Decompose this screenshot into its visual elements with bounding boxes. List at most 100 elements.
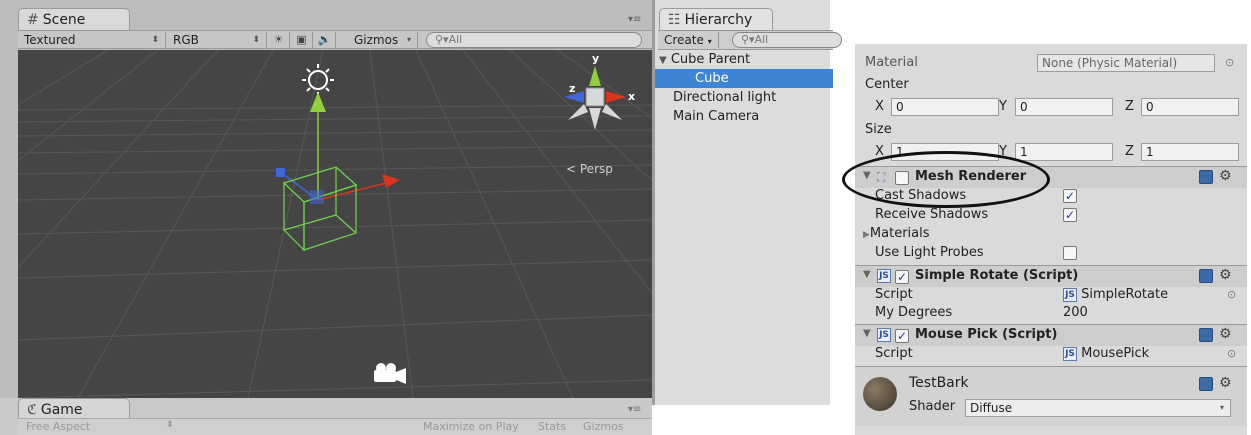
center-y-field[interactable]: 0	[1015, 98, 1113, 116]
script-value: SimpleRotate	[1081, 287, 1169, 302]
dropdown-arrow-icon: ⬍	[252, 35, 260, 45]
panel-menu-icon[interactable]: ▾≡	[628, 14, 641, 25]
maximize-on-play-toggle[interactable]: Maximize on Play	[423, 420, 519, 433]
collapse-triangle-icon[interactable]: ▼	[863, 328, 871, 339]
audio-toggle-icon[interactable]: 🔊	[314, 32, 336, 48]
size-z-field[interactable]: 1	[1141, 143, 1239, 161]
dropdown-arrow-icon: ⬍	[166, 420, 174, 430]
expand-triangle-icon: ▶	[863, 230, 870, 240]
gear-icon[interactable]: ⚙	[1219, 326, 1232, 342]
size-x-field[interactable]: 1	[891, 143, 999, 161]
inspector-panel: Material None (Physic Material) ⊙ Center…	[855, 44, 1247, 435]
gear-icon[interactable]: ⚙	[1219, 267, 1232, 283]
tab-scene[interactable]: # Scene	[18, 8, 130, 32]
materials-foldout[interactable]: ▶Materials	[863, 225, 930, 243]
use-light-probes-checkbox[interactable]	[1063, 246, 1077, 260]
cube-bounds[interactable]	[282, 166, 358, 252]
script-icon: JS	[877, 269, 891, 283]
color-mode-dropdown[interactable]: RGB ⬍	[167, 32, 267, 48]
material-label: Material	[865, 55, 918, 70]
hierarchy-item-main-camera[interactable]: Main Camera	[655, 107, 833, 126]
image-toggle-icon[interactable]: ▣	[291, 32, 313, 48]
collapse-triangle-icon[interactable]: ▼	[863, 170, 871, 181]
render-mode-value: Textured	[24, 33, 76, 47]
expand-triangle-icon[interactable]: ▼	[659, 55, 667, 66]
hierarchy-item-label: Cube Parent	[670, 52, 751, 67]
simple-rotate-header[interactable]: ▼ JS ✓ Simple Rotate (Script) ⚙	[855, 265, 1247, 287]
hierarchy-item-cube-parent[interactable]: ▼ Cube Parent	[655, 50, 833, 69]
simple-rotate-enabled-checkbox[interactable]: ✓	[895, 270, 909, 284]
tab-hierarchy[interactable]: ☷ Hierarchy	[659, 8, 773, 32]
my-degrees-field[interactable]: 200	[1063, 304, 1088, 322]
help-book-icon[interactable]	[1199, 328, 1213, 342]
axis-x-label: x	[628, 90, 635, 103]
mouse-pick-enabled-checkbox[interactable]: ✓	[895, 329, 909, 343]
gizmos-dropdown[interactable]: Gizmos ▾	[348, 32, 418, 48]
scene-viewport[interactable]: y x z < Persp	[18, 50, 652, 398]
gear-icon[interactable]: ⚙	[1219, 168, 1232, 184]
receive-shadows-checkbox[interactable]: ✓	[1063, 208, 1077, 222]
center-y-label: Y	[999, 99, 1007, 114]
game-icon: ℭ	[27, 402, 37, 418]
dropdown-arrow-icon: ▾	[1219, 403, 1224, 412]
tab-scene-label: Scene	[42, 12, 86, 28]
object-picker-icon[interactable]: ⊙	[1227, 347, 1236, 360]
cast-shadows-checkbox[interactable]: ✓	[1063, 189, 1077, 203]
object-picker-icon[interactable]: ⊙	[1225, 56, 1234, 69]
mouse-pick-script-field[interactable]: JS MousePick	[1063, 345, 1149, 363]
cast-shadows-label: Cast Shadows	[875, 188, 967, 203]
gizmos-label: Gizmos	[354, 33, 399, 47]
persp-label[interactable]: < Persp	[566, 162, 613, 176]
orientation-gizmo[interactable]: y x z	[564, 52, 635, 130]
help-book-icon[interactable]	[1199, 170, 1213, 184]
scene-view-graphics: y x z	[18, 50, 652, 398]
use-light-probes-label: Use Light Probes	[875, 245, 984, 260]
center-label: Center	[865, 77, 909, 92]
camera-icon[interactable]	[374, 363, 406, 384]
gear-icon[interactable]: ⚙	[1219, 375, 1232, 391]
search-icon: ⚲▾	[435, 33, 449, 46]
lighting-toggle-icon[interactable]: ☀	[268, 32, 290, 48]
axis-z-label: z	[569, 82, 575, 95]
search-icon: ⚲▾	[741, 33, 755, 46]
mouse-pick-header[interactable]: ▼ JS ✓ Mouse Pick (Script) ⚙	[855, 324, 1247, 346]
create-dropdown[interactable]: Create ▾	[664, 32, 719, 48]
tab-game-label: Game	[40, 402, 83, 418]
aspect-dropdown[interactable]: Free Aspect	[26, 420, 90, 433]
game-gizmos-dropdown[interactable]: Gizmos	[583, 420, 624, 433]
size-y-field[interactable]: 1	[1015, 143, 1113, 161]
tab-game[interactable]: ℭ Game	[18, 398, 130, 418]
simple-rotate-script-field[interactable]: JS SimpleRotate	[1063, 286, 1168, 304]
script-value: MousePick	[1081, 346, 1150, 361]
stats-toggle[interactable]: Stats	[538, 420, 566, 433]
script-icon: JS	[877, 328, 891, 342]
help-book-icon[interactable]	[1199, 377, 1213, 391]
shader-dropdown[interactable]: Diffuse ▾	[965, 399, 1231, 417]
panel-menu-icon[interactable]: ▾≡	[628, 404, 641, 415]
mouse-pick-title: Mouse Pick (Script)	[915, 327, 1058, 342]
hierarchy-item-cube[interactable]: Cube	[655, 69, 833, 88]
collapse-triangle-icon[interactable]: ▼	[863, 269, 871, 280]
center-x-label: X	[875, 99, 884, 114]
script-label: Script	[875, 287, 913, 302]
render-mode-dropdown[interactable]: Textured ⬍	[18, 32, 166, 48]
scene-toolbar: Textured ⬍ RGB ⬍ ☀ ▣ 🔊 Gizmos ▾ ⚲▾All	[18, 30, 652, 49]
mesh-renderer-header[interactable]: ▼ ⛶ Mesh Renderer ⚙	[855, 166, 1247, 188]
shader-label: Shader	[909, 399, 956, 414]
dropdown-arrow-icon: ⬍	[151, 35, 159, 45]
object-picker-icon[interactable]: ⊙	[1227, 288, 1236, 301]
hierarchy-search-input[interactable]: ⚲▾All	[732, 32, 842, 48]
cube-center-handle[interactable]	[310, 190, 324, 204]
hierarchy-item-directional-light[interactable]: Directional light	[655, 88, 833, 107]
center-x-field[interactable]: 0	[891, 98, 999, 116]
directional-light-icon[interactable]	[302, 64, 334, 96]
help-book-icon[interactable]	[1199, 269, 1213, 283]
scene-search-input[interactable]: ⚲▾All	[426, 32, 642, 48]
script-icon: JS	[1063, 346, 1077, 361]
create-label: Create	[664, 33, 704, 47]
center-z-label: Z	[1125, 99, 1134, 114]
hierarchy-panel: ☷ Hierarchy Create ▾ ⚲▾All ▼ Cube Parent …	[652, 0, 842, 405]
mesh-renderer-enabled-checkbox[interactable]	[895, 171, 909, 185]
center-z-field[interactable]: 0	[1141, 98, 1239, 116]
material-field[interactable]: None (Physic Material)	[1037, 54, 1215, 72]
